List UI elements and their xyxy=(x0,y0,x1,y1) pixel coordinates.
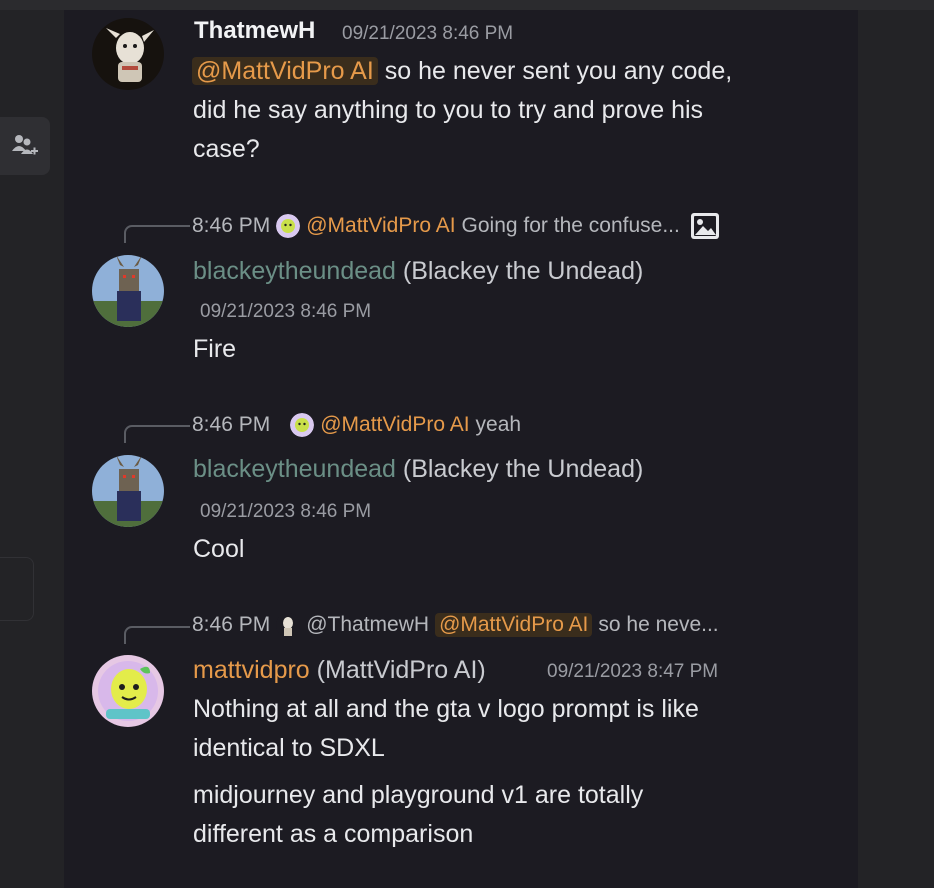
add-member-icon xyxy=(12,135,38,155)
message-timestamp: 09/21/2023 8:46 PM xyxy=(200,501,372,522)
message-text-line: Nothing at all and the gta v logo prompt… xyxy=(193,695,699,723)
reply-spine xyxy=(124,425,190,443)
user-mention[interactable]: @MattVidPro AI xyxy=(192,57,378,85)
message-text-line: identical to SDXL xyxy=(193,734,385,762)
message-timestamp: 09/21/2023 8:47 PM xyxy=(547,661,719,682)
add-member-button[interactable] xyxy=(0,117,50,175)
rail-panel[interactable] xyxy=(0,557,34,621)
reply-avatar xyxy=(276,214,301,238)
avatar[interactable] xyxy=(92,18,164,90)
reply-spine xyxy=(124,225,190,243)
message-header: mattvidpro (MattVidPro AI) xyxy=(193,656,486,685)
reply-time: 8:46 PM xyxy=(192,413,271,436)
message-timestamp: 09/21/2023 8:46 PM xyxy=(200,301,372,322)
display-name: (Blackey the Undead) xyxy=(402,257,644,285)
reply-spine xyxy=(124,626,190,644)
message-timestamp: 09/21/2023 8:46 PM xyxy=(342,23,514,44)
image-icon xyxy=(690,213,719,239)
avatar[interactable] xyxy=(92,255,164,327)
reply-mention[interactable]: @MattVidPro AI xyxy=(306,214,455,238)
right-gutter xyxy=(858,10,934,888)
reply-avatar xyxy=(276,613,301,637)
avatar[interactable] xyxy=(92,455,164,527)
reply-author[interactable]: @ThatmewH xyxy=(306,613,429,637)
reply-text: so he neve... xyxy=(598,613,719,636)
reply-avatar xyxy=(290,413,315,437)
display-name: (MattVidPro AI) xyxy=(316,656,486,684)
reply-time: 8:46 PM xyxy=(192,613,271,636)
message-text: Cool xyxy=(193,535,245,563)
username[interactable]: blackeytheundead xyxy=(193,455,396,483)
message-text-line: different as a comparison xyxy=(193,820,474,848)
author-name[interactable]: ThatmewH xyxy=(194,17,315,45)
top-bar xyxy=(0,0,934,10)
message-text-line: did he say anything to you to try and pr… xyxy=(193,96,704,124)
reply-text: Going for the confuse... xyxy=(461,214,680,237)
message-text-line: midjourney and playground v1 are totally xyxy=(193,781,644,809)
message-text: Fire xyxy=(193,335,237,363)
left-rail xyxy=(0,10,64,888)
message-text-line: @MattVidPro AI so he never sent you any … xyxy=(192,57,732,86)
username[interactable]: blackeytheundead xyxy=(193,257,396,285)
reply-text: yeah xyxy=(475,413,522,436)
username[interactable]: mattvidpro xyxy=(193,656,310,684)
message-text-line: case? xyxy=(193,135,260,163)
reply-preview[interactable]: 8:46 PM @MattVidPro AI Going for the con… xyxy=(192,212,720,240)
reply-time: 8:46 PM xyxy=(192,214,271,237)
reply-preview[interactable]: 8:46 PM @ThatmewH @MattVidPro AI so he n… xyxy=(192,613,719,637)
display-name: (Blackey the Undead) xyxy=(402,455,644,483)
reply-mention[interactable]: @MattVidPro AI xyxy=(435,613,593,637)
avatar[interactable] xyxy=(92,655,164,727)
message-header: blackeytheundead (Blackey the Undead) xyxy=(193,257,643,286)
reply-mention[interactable]: @MattVidPro AI xyxy=(320,413,469,437)
reply-preview[interactable]: 8:46 PM @MattVidPro AI yeah xyxy=(192,413,521,437)
message-header: blackeytheundead (Blackey the Undead) xyxy=(193,455,643,484)
message-text: so he never sent you any code, xyxy=(384,57,733,85)
chat-area: ThatmewH 09/21/2023 8:46 PM @MattVidPro … xyxy=(64,10,858,888)
